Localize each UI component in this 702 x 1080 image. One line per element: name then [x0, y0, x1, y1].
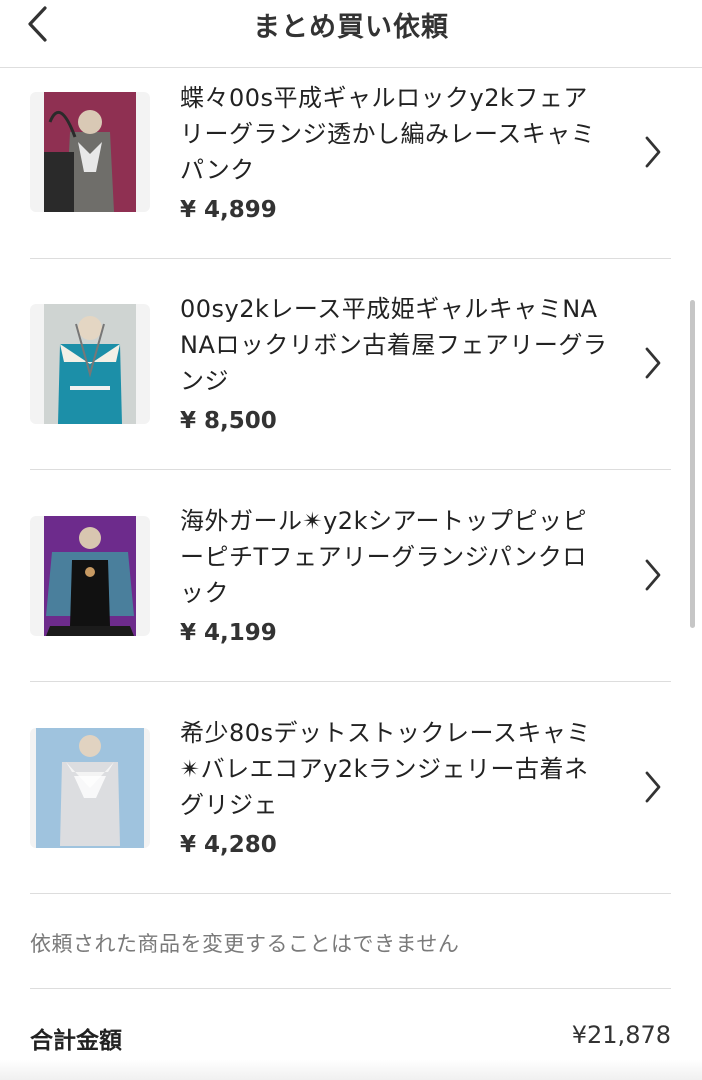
product-thumbnail [30, 516, 150, 636]
product-image [36, 728, 144, 848]
item-title: 海外ガール✴︎y2kシアートップピッピーピチTフェアリーグランジパンクロック [180, 507, 588, 607]
list-item[interactable]: 蝶々00s平成ギャルロックy2kフェアリーグランジ透かし編みレースキャミパンク … [30, 47, 671, 259]
product-image [44, 92, 136, 212]
item-price: ¥ 4,280 [180, 832, 277, 858]
product-thumbnail [30, 728, 150, 848]
chevron-right-icon[interactable] [638, 343, 668, 383]
item-price: ¥ 4,199 [180, 620, 277, 646]
product-thumbnail [30, 92, 150, 212]
total-value: ¥21,878 [571, 1021, 671, 1049]
item-title: 00sy2kレース平成姫ギャルキャミNANAロックリボン古着屋フェアリーグランジ [180, 295, 608, 395]
item-price: ¥ 4,899 [180, 197, 277, 223]
item-title: 蝶々00s平成ギャルロックy2kフェアリーグランジ透かし編みレースキャミパンク [180, 84, 596, 184]
chevron-right-icon[interactable] [638, 767, 668, 807]
item-price: ¥ 8,500 [180, 408, 277, 434]
scrollbar[interactable] [690, 300, 695, 628]
change-notice: 依頼された商品を変更することはできません [30, 932, 460, 956]
page-title: まとめ買い依頼 [253, 12, 449, 43]
item-title: 希少80sデットストックレースキャミ✴︎バレエコアy2kランジェリー古着ネグリジ… [180, 719, 591, 819]
bottom-fade [0, 1060, 702, 1080]
list-item[interactable]: 希少80sデットストックレースキャミ✴︎バレエコアy2kランジェリー古着ネグリジ… [30, 682, 671, 894]
divider [30, 988, 671, 989]
product-image [44, 516, 136, 636]
list-item[interactable]: 海外ガール✴︎y2kシアートップピッピーピチTフェアリーグランジパンクロック ¥… [30, 470, 671, 682]
product-image [44, 304, 136, 424]
product-thumbnail [30, 304, 150, 424]
chevron-right-icon[interactable] [638, 132, 668, 172]
total-label: 合計金額 [30, 1028, 122, 1054]
chevron-right-icon[interactable] [638, 555, 668, 595]
list-item[interactable]: 00sy2kレース平成姫ギャルキャミNANAロックリボン古着屋フェアリーグランジ… [30, 258, 671, 470]
